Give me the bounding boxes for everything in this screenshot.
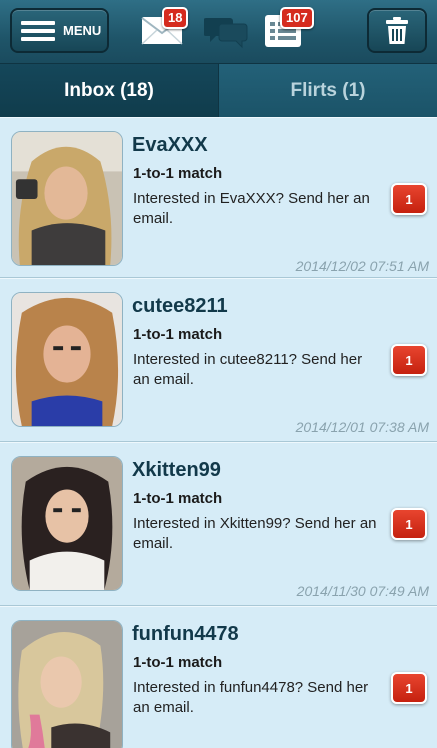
- list-count-badge: 107: [280, 7, 314, 29]
- list-item[interactable]: cutee8211 1-to-1 match Interested in cut…: [0, 278, 437, 442]
- message-preview: Interested in funfun4478? Send her an em…: [133, 679, 369, 716]
- timestamp: 2014/12/02 07:51 AM: [295, 258, 429, 274]
- sender-name[interactable]: Xkitten99: [132, 459, 221, 482]
- tab-bar: Inbox (18) Flirts (1): [0, 64, 437, 117]
- delete-button[interactable]: [367, 8, 427, 53]
- sender-name[interactable]: EvaXXX: [132, 134, 208, 157]
- avatar[interactable]: [11, 620, 123, 748]
- hamburger-icon: [21, 20, 55, 41]
- avatar[interactable]: [11, 456, 123, 591]
- unread-count-badge[interactable]: 1: [391, 672, 427, 704]
- timestamp: 2014/12/01 07:38 AM: [295, 419, 429, 435]
- tab-inbox[interactable]: Inbox (18): [0, 64, 218, 117]
- unread-count-badge[interactable]: 1: [391, 344, 427, 376]
- match-type: 1-to-1 match: [133, 326, 223, 343]
- menu-label: MENU: [63, 23, 102, 38]
- chat-bubbles-icon[interactable]: [203, 14, 248, 50]
- list-item[interactable]: funfun4478 1-to-1 match Interested in fu…: [0, 606, 437, 748]
- match-type: 1-to-1 match: [133, 165, 223, 182]
- match-type: 1-to-1 match: [133, 490, 223, 507]
- timestamp: 2014/11/30 07:49 AM: [296, 583, 429, 599]
- mail-count-badge: 18: [162, 7, 189, 29]
- avatar[interactable]: [11, 131, 123, 266]
- avatar[interactable]: [11, 292, 123, 427]
- match-type: 1-to-1 match: [133, 654, 223, 671]
- message-preview: Interested in EvaXXX? Send her an email.: [133, 190, 370, 227]
- menu-button[interactable]: MENU: [10, 8, 109, 53]
- tab-flirts[interactable]: Flirts (1): [218, 64, 437, 117]
- message-preview: Interested in cutee8211? Send her an ema…: [133, 351, 363, 388]
- list-item[interactable]: Xkitten99 1-to-1 match Interested in Xki…: [0, 442, 437, 606]
- sender-name[interactable]: cutee8211: [132, 295, 228, 318]
- sender-name[interactable]: funfun4478: [132, 623, 239, 646]
- message-preview: Interested in Xkitten99? Send her an ema…: [133, 515, 377, 552]
- list-item[interactable]: EvaXXX 1-to-1 match Interested in EvaXXX…: [0, 117, 437, 278]
- trash-icon: [386, 16, 408, 44]
- unread-count-badge[interactable]: 1: [391, 183, 427, 215]
- top-toolbar: MENU 18 107: [0, 0, 437, 64]
- message-list: EvaXXX 1-to-1 match Interested in EvaXXX…: [0, 117, 437, 748]
- unread-count-badge[interactable]: 1: [391, 508, 427, 540]
